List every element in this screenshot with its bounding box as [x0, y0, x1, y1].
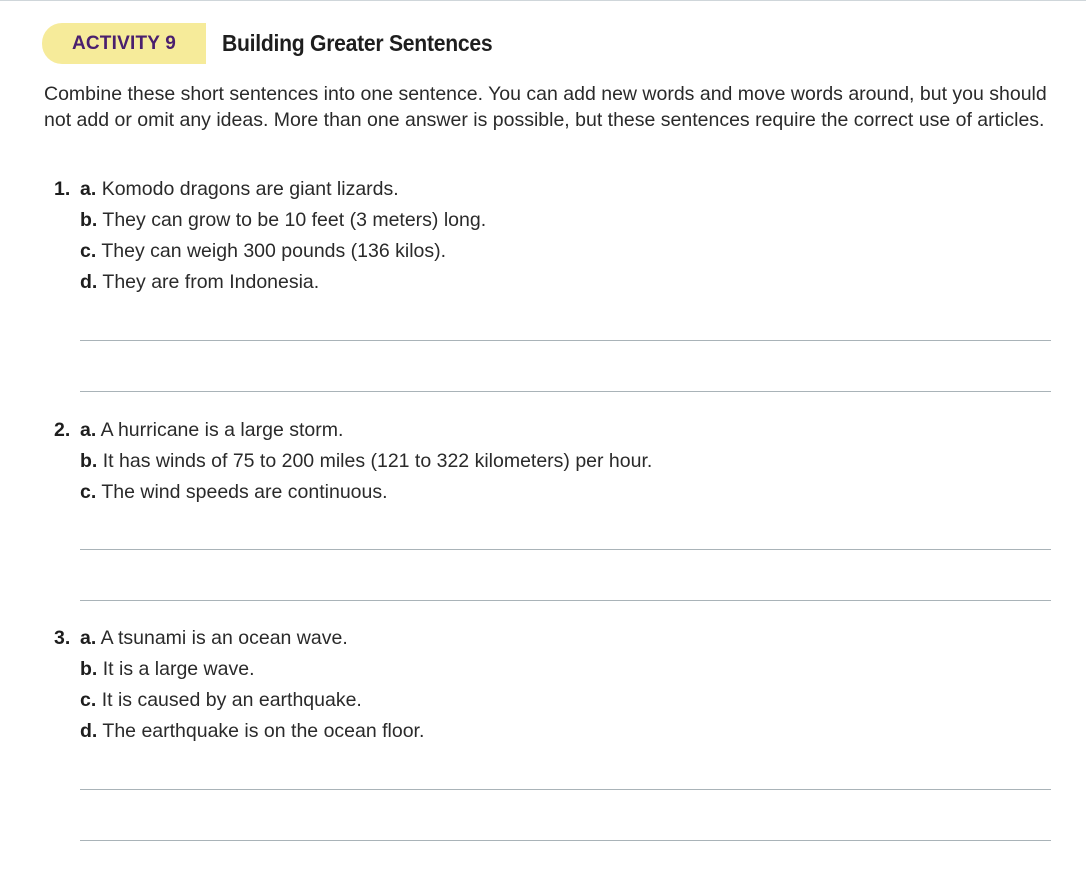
sentence-letter: c.: [80, 240, 97, 262]
sentence-text: The earthquake is on the ocean floor.: [102, 720, 425, 742]
sentence-3b: b. It is a large wave.: [80, 657, 255, 681]
activity-badge: ACTIVITY 9: [42, 23, 206, 64]
sentence-letter: b.: [80, 450, 98, 472]
instructions-text: Combine these short sentences into one s…: [44, 83, 1047, 131]
sentence-text: They can grow to be 10 feet (3 meters) l…: [102, 209, 487, 231]
activity-header: ACTIVITY 9 Building Greater Sentences: [42, 23, 516, 64]
sentence-text: They are from Indonesia.: [102, 271, 320, 293]
sentence-letter: a.: [80, 627, 97, 649]
sentence-1d: d. They are from Indonesia.: [80, 270, 319, 294]
sentence-3c: c. It is caused by an earthquake.: [80, 688, 362, 712]
answer-line-3b[interactable]: [80, 840, 1051, 841]
activity-title: Building Greater Sentences: [222, 30, 493, 56]
sentence-text: It has winds of 75 to 200 miles (121 to …: [102, 450, 653, 472]
sentence-2b: b. It has winds of 75 to 200 miles (121 …: [80, 449, 652, 473]
sentence-letter: b.: [80, 209, 98, 231]
answer-line-1a[interactable]: [80, 340, 1051, 341]
sentence-1a: a. Komodo dragons are giant lizards.: [80, 177, 399, 201]
item-number: 1.: [54, 178, 71, 200]
sentence-letter: d.: [80, 720, 98, 742]
sentence-text: It is a large wave.: [102, 658, 255, 680]
sentence-text: A hurricane is a large storm.: [100, 419, 344, 441]
sentence-text: The wind speeds are continuous.: [101, 481, 388, 503]
sentence-letter: c.: [80, 689, 97, 711]
sentence-letter: d.: [80, 271, 98, 293]
sentence-text: They can weigh 300 pounds (136 kilos).: [101, 240, 447, 262]
sentence-letter: c.: [80, 481, 97, 503]
top-divider: [0, 0, 1086, 1]
sentence-letter: a.: [80, 419, 97, 441]
sentence-text: A tsunami is an ocean wave.: [100, 627, 348, 649]
sentence-3a: a. A tsunami is an ocean wave.: [80, 626, 348, 650]
answer-line-3a[interactable]: [80, 789, 1051, 790]
answer-line-1b[interactable]: [80, 391, 1051, 392]
answer-line-2b[interactable]: [80, 600, 1051, 601]
sentence-3d: d. The earthquake is on the ocean floor.: [80, 719, 424, 743]
sentence-letter: a.: [80, 178, 97, 200]
item-number: 2.: [54, 419, 71, 441]
sentence-letter: b.: [80, 658, 98, 680]
sentence-text: It is caused by an earthquake.: [101, 689, 362, 711]
sentence-text: Komodo dragons are giant lizards.: [101, 178, 399, 200]
sentence-2c: c. The wind speeds are continuous.: [80, 480, 388, 504]
item-number: 3.: [54, 627, 71, 649]
answer-line-2a[interactable]: [80, 549, 1051, 550]
sentence-1b: b. They can grow to be 10 feet (3 meters…: [80, 208, 486, 232]
sentence-1c: c. They can weigh 300 pounds (136 kilos)…: [80, 239, 446, 263]
sentence-2a: a. A hurricane is a large storm.: [80, 418, 343, 442]
